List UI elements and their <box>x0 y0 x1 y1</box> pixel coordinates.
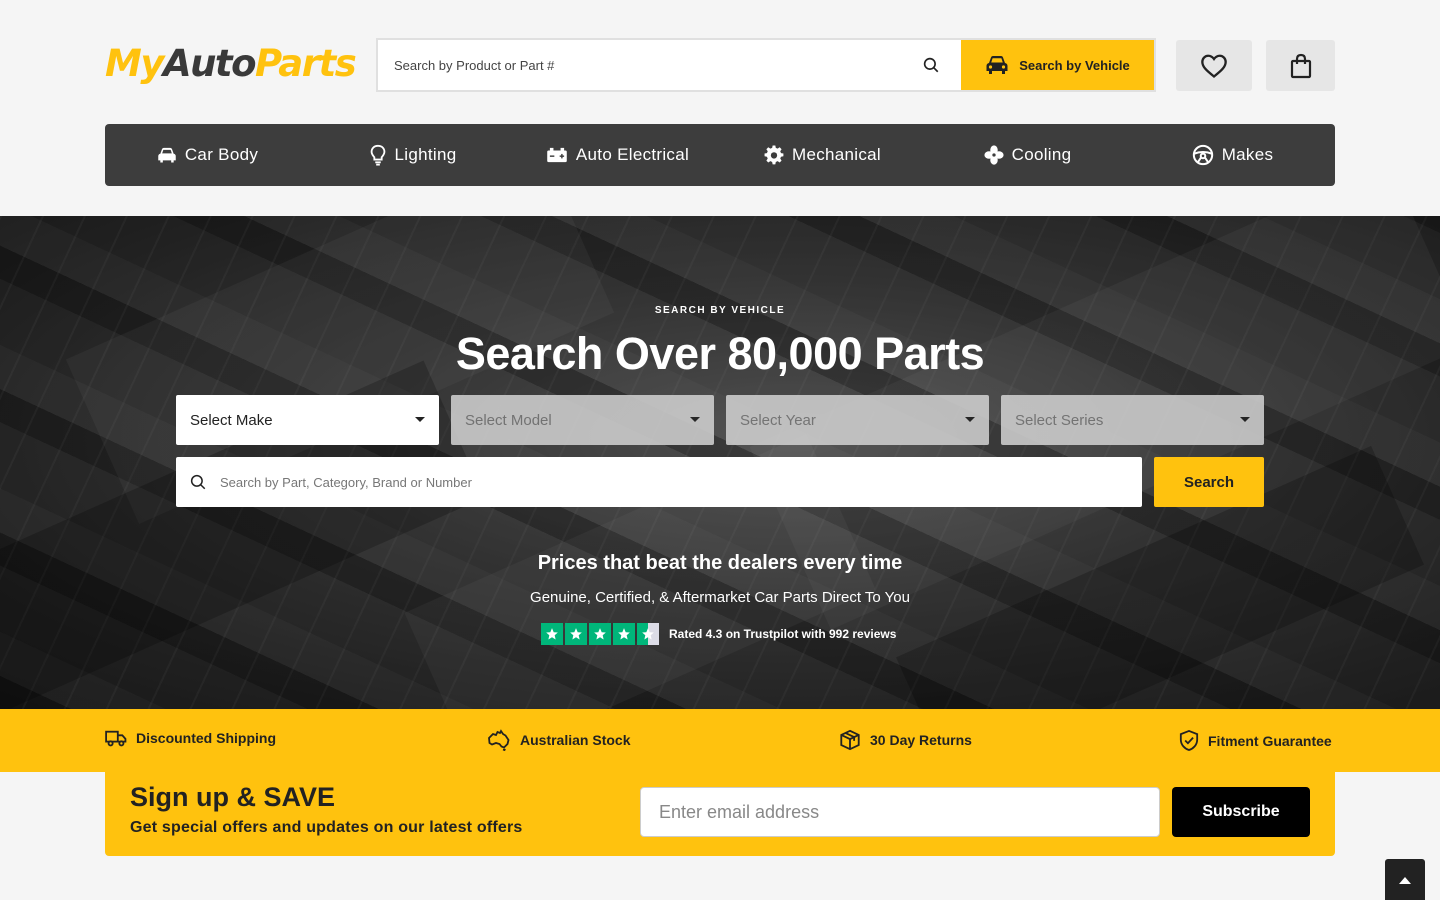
feature-discounted-shipping: Discounted Shipping <box>105 729 276 747</box>
rating-text: Rated 4.3 on Trustpilot with 992 reviews <box>669 627 897 641</box>
search-by-vehicle-button[interactable]: Search by Vehicle <box>961 40 1154 90</box>
select-year-dropdown[interactable]: Select Year <box>726 395 989 445</box>
shield-check-icon <box>1179 729 1199 752</box>
signup-subtitle: Get special offers and updates on our la… <box>130 819 523 836</box>
select-make-dropdown[interactable]: Select Make <box>176 395 439 445</box>
feature-australian-stock: Australian Stock <box>487 729 630 751</box>
chevron-down-icon <box>690 417 700 422</box>
battery-icon <box>547 147 567 163</box>
truck-icon <box>105 730 127 747</box>
trustpilot-rating[interactable]: Rated 4.3 on Trustpilot with 992 reviews <box>541 623 896 645</box>
fan-icon <box>984 145 1004 165</box>
rating-stars <box>541 623 659 645</box>
select-model-label: Select Model <box>465 411 552 429</box>
feature-label: Discounted Shipping <box>136 730 276 746</box>
wishlist-button[interactable] <box>1176 40 1252 91</box>
email-field[interactable] <box>640 787 1160 837</box>
select-make-label: Select Make <box>190 411 273 429</box>
feature-fitment-guarantee: Fitment Guarantee <box>1179 729 1332 752</box>
feature-30-day-returns: 30 Day Returns <box>839 729 972 751</box>
gear-icon <box>764 145 784 165</box>
chevron-down-icon <box>1240 417 1250 422</box>
nav-item-makes[interactable]: Makes <box>1130 124 1335 186</box>
features-bar: Discounted Shipping Australian Stock 30 … <box>0 709 1440 772</box>
chevron-down-icon <box>965 417 975 422</box>
hero-eyebrow: SEARCH BY VEHICLE <box>654 305 786 316</box>
search-by-vehicle-label: Search by Vehicle <box>1019 57 1130 73</box>
bulb-icon <box>370 144 385 166</box>
car-icon <box>158 147 176 163</box>
box-icon <box>840 729 860 751</box>
select-series-dropdown[interactable]: Select Series <box>1001 395 1264 445</box>
back-to-top-button[interactable] <box>1385 859 1425 900</box>
hero-title: Search Over 80,000 Parts <box>455 328 985 379</box>
category-nav: Car Body Lighting Auto Electrical Mechan… <box>105 124 1335 186</box>
nav-label: Mechanical <box>792 145 881 164</box>
nav-item-auto-electrical[interactable]: Auto Electrical <box>515 124 720 186</box>
nav-label: Car Body <box>184 145 259 164</box>
site-header: MyAutoParts Search by Vehicle Car Body L… <box>0 0 1440 216</box>
star-icon <box>541 623 563 645</box>
site-logo[interactable]: MyAutoParts <box>105 40 357 88</box>
car-front-icon <box>986 56 1008 74</box>
feature-label: 30 Day Returns <box>870 732 972 748</box>
feature-label: Fitment Guarantee <box>1208 732 1332 749</box>
newsletter-signup: Sign up & SAVE Get special offers and up… <box>105 772 1335 856</box>
search-icon <box>190 474 206 490</box>
nav-label: Cooling <box>1011 145 1072 164</box>
select-model-dropdown[interactable]: Select Model <box>451 395 714 445</box>
part-search-bar <box>176 457 1142 507</box>
star-icon <box>589 623 611 645</box>
cart-button[interactable] <box>1266 40 1335 91</box>
nav-item-mechanical[interactable]: Mechanical <box>720 124 925 186</box>
half-star-icon <box>637 623 659 645</box>
select-year-label: Select Year <box>740 411 816 429</box>
hero-tagline: Prices that beat the dealers every time <box>537 552 903 574</box>
select-series-label: Select Series <box>1015 411 1104 429</box>
chevron-down-icon <box>415 417 425 422</box>
hero-content: SEARCH BY VEHICLE Search Over 80,000 Par… <box>0 216 1440 709</box>
hero-section: SEARCH BY VEHICLE Search Over 80,000 Par… <box>0 216 1440 709</box>
steering-wheel-icon <box>1192 144 1213 166</box>
part-search-input[interactable] <box>220 474 1142 490</box>
nav-item-lighting[interactable]: Lighting <box>310 124 515 186</box>
search-icon <box>923 57 939 73</box>
nav-label: Lighting <box>394 145 457 164</box>
nav-item-car-body[interactable]: Car Body <box>105 124 310 186</box>
star-icon <box>565 623 587 645</box>
chevron-up-icon <box>1399 876 1411 884</box>
heart-icon <box>1201 54 1227 78</box>
subscribe-button[interactable]: Subscribe <box>1172 787 1310 837</box>
star-icon <box>613 623 635 645</box>
feature-label: Australian Stock <box>520 732 631 748</box>
shopping-bag-icon <box>1290 53 1311 78</box>
hero-subtagline: Genuine, Certified, & Aftermarket Car Pa… <box>530 589 910 606</box>
nav-label: Makes <box>1221 145 1274 164</box>
product-search-bar: Search by Vehicle <box>376 38 1156 92</box>
search-submit-button[interactable] <box>901 40 961 90</box>
signup-title: Sign up & SAVE <box>130 782 336 812</box>
australia-icon <box>488 729 510 751</box>
nav-label: Auto Electrical <box>575 145 690 164</box>
product-search-input[interactable] <box>378 40 901 90</box>
hero-search-button[interactable]: Search <box>1154 457 1264 507</box>
nav-item-cooling[interactable]: Cooling <box>925 124 1130 186</box>
